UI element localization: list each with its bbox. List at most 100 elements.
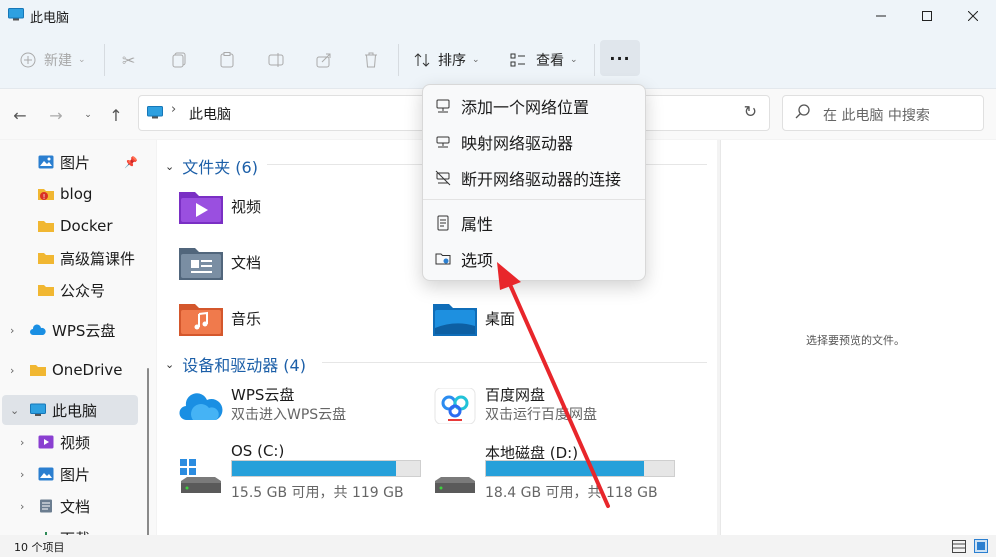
sidebar-item-label: WPS云盘 — [52, 321, 116, 340]
chevron-down-icon: ⌄ — [165, 159, 175, 173]
share-button[interactable] — [316, 42, 332, 78]
folder-desktop[interactable]: 桌面 — [433, 294, 653, 342]
folder-music[interactable]: 音乐 — [179, 294, 399, 342]
group-divider — [322, 362, 707, 363]
this-pc-icon — [8, 8, 24, 21]
copy-icon — [172, 52, 186, 68]
sidebar-item-documents[interactable]: › 文档 — [0, 491, 150, 521]
sidebar-item-wps-cloud[interactable]: › WPS云盘 — [0, 315, 150, 345]
tiles-view-icon[interactable] — [974, 539, 988, 553]
new-button[interactable]: 新建 ⌄ — [20, 42, 86, 78]
chevron-right-icon: › — [20, 467, 25, 481]
sidebar-item-blog[interactable]: ! blog — [0, 179, 150, 209]
search-input[interactable]: 在 此电脑 中搜索 — [823, 105, 930, 125]
status-bar: 10 个项目 — [0, 536, 996, 557]
drive-c[interactable]: OS (C:) 15.5 GB 可用，共 119 GB — [179, 440, 429, 502]
menu-item-label: 断开网络驱动器的连接 — [461, 170, 622, 189]
sidebar-item-videos[interactable]: › 视频 — [0, 427, 150, 457]
drive-d[interactable]: 本地磁盘 (D:) 18.4 GB 可用，共 118 GB — [433, 440, 683, 502]
chevron-down-icon: ⌄ — [165, 357, 175, 371]
cloud-icon — [30, 324, 46, 335]
sidebar-item-label: 高级篇课件 — [60, 249, 136, 268]
group-header-devices[interactable]: ⌄ 设备和驱动器 (4) — [165, 352, 306, 376]
device-baidu-netdisk[interactable]: 百度网盘 双击运行百度网盘 — [433, 382, 683, 430]
maximize-button[interactable] — [904, 0, 950, 32]
arrow-up-icon: ↑ — [109, 105, 123, 125]
sidebar-item-label: 此电脑 — [52, 401, 98, 420]
menu-item-disconnect-network-drive[interactable]: 断开网络驱动器的连接 — [429, 161, 639, 195]
minimize-button[interactable] — [858, 0, 904, 32]
sidebar-item-official-account[interactable]: 公众号 — [0, 275, 150, 305]
close-button[interactable] — [950, 0, 996, 32]
local-drive-icon — [435, 477, 475, 493]
sort-button[interactable]: 排序 ⌄ — [414, 42, 480, 78]
breadcrumb[interactable]: 此电脑 — [189, 104, 231, 124]
toolbar-divider — [594, 44, 595, 76]
up-button[interactable]: ↑ — [106, 105, 126, 125]
arrow-right-icon: → — [49, 105, 63, 125]
sidebar-item-pictures-pinned[interactable]: 图片 📌 — [0, 147, 150, 177]
sidebar-item-this-pc[interactable]: ⌄ 此电脑 — [2, 395, 138, 425]
sidebar-item-docker[interactable]: Docker — [0, 211, 150, 241]
device-wps-cloud[interactable]: WPS云盘 双击进入WPS云盘 — [179, 382, 429, 430]
sidebar-item-downloads[interactable]: › 下载 — [0, 523, 150, 535]
item-name: 百度网盘 — [485, 386, 546, 404]
desktop-folder-icon — [433, 304, 477, 336]
chevron-down-icon: ⌄ — [570, 55, 578, 65]
sidebar-item-label: 下载 — [60, 528, 90, 536]
minimize-icon — [876, 15, 886, 17]
folder-icon — [38, 253, 54, 264]
view-button[interactable]: 查看 ⌄ — [510, 42, 578, 78]
menu-item-label: 添加一个网络位置 — [461, 98, 590, 117]
share-icon — [316, 53, 331, 68]
window-title: 此电脑 — [30, 11, 70, 26]
group-header-folders[interactable]: ⌄ 文件夹 (6) — [165, 154, 258, 178]
preview-message: 选择要预览的文件。 — [806, 334, 905, 347]
item-count: 10 个项目 — [14, 541, 65, 554]
refresh-icon[interactable]: ↻ — [744, 102, 757, 121]
search-icon — [795, 104, 810, 119]
this-pc-icon — [30, 403, 46, 416]
baidu-netdisk-icon — [434, 388, 476, 424]
close-icon — [968, 11, 978, 21]
details-view-icon[interactable] — [952, 540, 966, 553]
svg-text:!: ! — [43, 193, 46, 201]
chevron-down-icon: ⌄ — [78, 55, 86, 65]
menu-item-add-network-location[interactable]: 添加一个网络位置 — [429, 89, 639, 123]
menu-item-properties[interactable]: 属性 — [429, 206, 639, 240]
sidebar-item-onedrive[interactable]: › OneDrive — [0, 355, 150, 385]
item-name: 音乐 — [231, 309, 262, 328]
copy-button[interactable] — [172, 42, 186, 78]
folder-documents[interactable]: 文档 — [179, 238, 399, 286]
forward-button[interactable]: → — [46, 105, 66, 125]
menu-item-options[interactable]: 选项 — [429, 242, 639, 276]
back-button[interactable]: ← — [10, 105, 30, 125]
sidebar-item-pictures[interactable]: › 图片 — [0, 459, 150, 489]
sidebar-scrollbar[interactable] — [147, 368, 149, 535]
folder-icon — [30, 365, 46, 376]
item-name: 文档 — [231, 253, 262, 272]
new-label: 新建 — [44, 53, 72, 69]
menu-item-map-network-drive[interactable]: 映射网络驱动器 — [429, 125, 639, 159]
rename-button[interactable] — [268, 42, 284, 78]
cut-button[interactable]: ✂ — [122, 42, 135, 78]
chevron-right-icon: › — [20, 532, 24, 536]
sidebar-item-advanced-courseware[interactable]: 高级篇课件 — [0, 243, 150, 273]
sidebar-item-label: 图片 — [60, 465, 91, 484]
search-box[interactable]: 在 此电脑 中搜索 — [782, 95, 984, 131]
documents-folder-icon — [179, 248, 223, 280]
paste-button[interactable] — [220, 42, 234, 78]
folder-icon — [38, 285, 54, 296]
os-drive-icon — [180, 459, 221, 493]
drive-usage-text: 15.5 GB 可用，共 119 GB — [231, 485, 404, 501]
rename-icon — [268, 53, 284, 67]
sidebar-item-label: blog — [60, 185, 93, 203]
folders-header: 文件夹 (6) — [182, 158, 258, 177]
see-more-button[interactable]: ··· — [600, 40, 640, 76]
recent-locations-button[interactable]: ⌄ — [78, 105, 98, 125]
see-more-menu: 添加一个网络位置 映射网络驱动器 断开网络驱动器的连接 属性 选项 — [422, 84, 646, 281]
folder-videos[interactable]: 视频 — [179, 182, 399, 230]
video-icon — [38, 435, 54, 449]
menu-item-label: 属性 — [461, 215, 494, 234]
delete-button[interactable] — [364, 42, 378, 78]
